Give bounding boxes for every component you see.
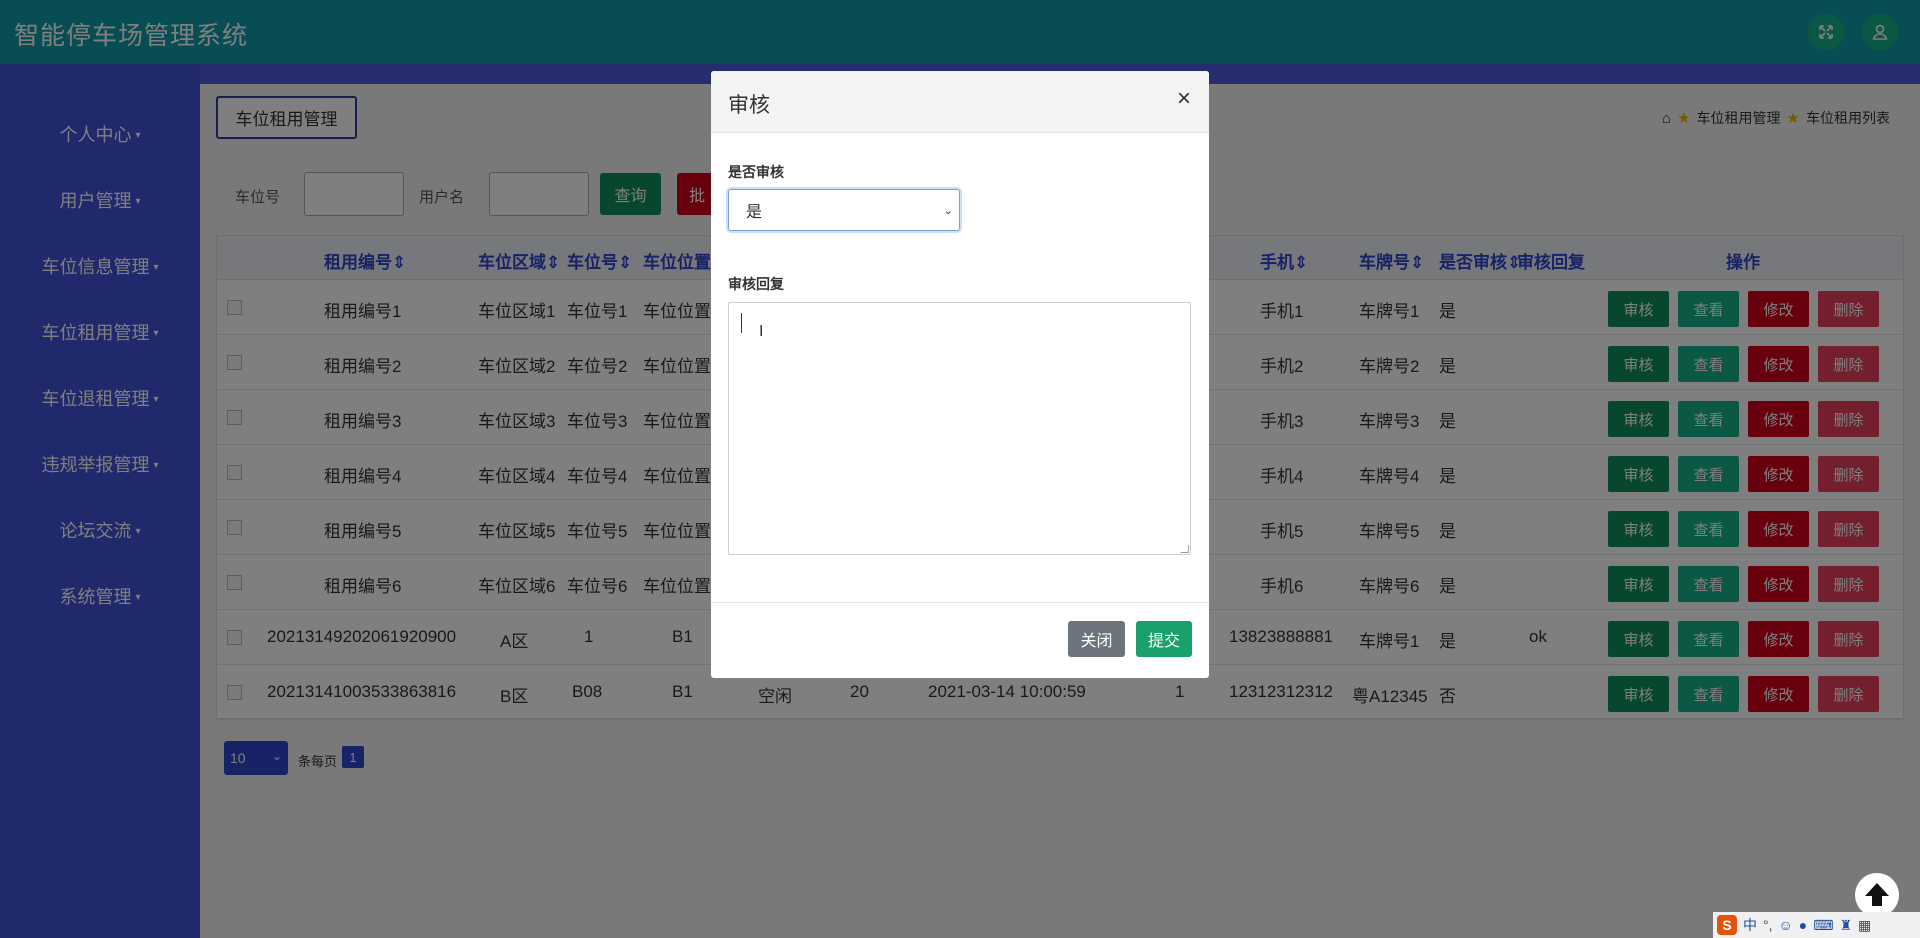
ibeam-cursor-icon: I: [759, 323, 764, 340]
audit-reply-textarea[interactable]: I: [728, 302, 1191, 555]
punctuation-icon[interactable]: °,: [1763, 917, 1773, 933]
ime-language[interactable]: 中: [1743, 915, 1757, 935]
audit-status-value: 是: [746, 204, 763, 221]
sogou-logo-icon[interactable]: S: [1717, 915, 1737, 935]
submit-button[interactable]: 提交: [1136, 621, 1192, 657]
skin-icon[interactable]: ♜: [1839, 917, 1852, 934]
audit-dialog: 审核 × 是否审核 是 ⌄ 审核回复 I 关闭 提交: [711, 71, 1209, 678]
text-cursor: [741, 313, 742, 333]
arrow-up-icon: [1865, 883, 1889, 906]
toolbox-icon[interactable]: ▦: [1858, 917, 1871, 934]
chevron-down-icon: ⌄: [943, 205, 953, 217]
ime-toolbar: S 中 °, ☺ ● ⌨ ♜ ▦: [1713, 912, 1920, 938]
audit-reply-label: 审核回复: [728, 276, 784, 292]
audit-status-label: 是否审核: [728, 164, 784, 180]
close-icon[interactable]: ×: [1177, 85, 1191, 113]
close-button[interactable]: 关闭: [1068, 621, 1125, 657]
emoji-icon[interactable]: ☺: [1779, 917, 1793, 933]
microphone-icon[interactable]: ●: [1799, 917, 1807, 933]
dialog-header: 审核 ×: [711, 71, 1209, 133]
resize-handle-icon[interactable]: [1180, 545, 1190, 553]
back-to-top-button[interactable]: [1855, 873, 1899, 917]
dialog-footer-divider: [711, 602, 1209, 603]
dialog-title: 审核: [728, 94, 770, 117]
audit-status-select[interactable]: 是 ⌄: [728, 189, 960, 231]
keyboard-icon[interactable]: ⌨: [1813, 917, 1833, 934]
